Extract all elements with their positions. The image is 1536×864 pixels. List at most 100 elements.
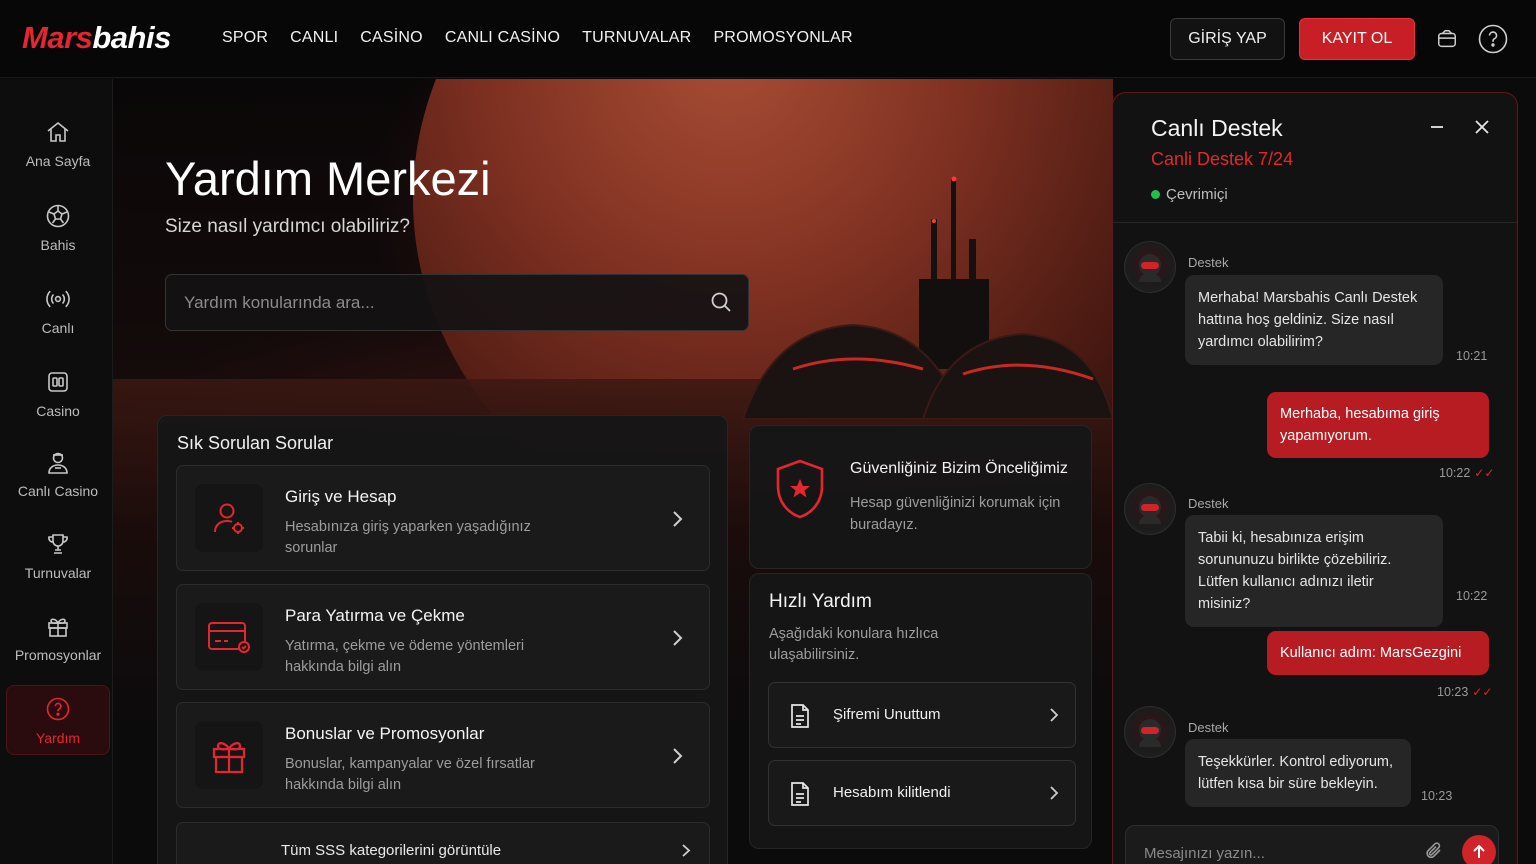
quick-help-item-label: Hesabım kilitlendi [833,784,951,801]
chat-message-agent: Teşekkürler. Kontrol ediyorum, lütfen kı… [1185,739,1411,807]
nav-casino[interactable]: CASİNO [360,29,423,47]
minimize-icon[interactable] [1427,115,1447,139]
top-bar: Marsbahis SPOR CANLI CASİNO CANLI CASİNO… [0,0,1536,78]
quick-help-panel: Hızlı Yardım Aşağıdaki konulara hızlıca … [749,573,1092,849]
faq-item-desc: Yatırma, çekme ve ödeme yöntemleri hakkı… [285,638,525,675]
sidebar-item-label: Casino [36,403,80,419]
faq-item-giris-ve-hesap[interactable]: Giriş ve Hesap Hesabınıza giriş yaparken… [176,465,710,571]
chat-header: Canlı Destek Canli Destek 7/24 Çevrimiçi [1113,93,1517,223]
wallet-icon[interactable] [1432,24,1462,54]
security-desc: Hesap güvenliğinizi korumak için buraday… [850,495,1061,533]
home-icon [47,121,69,142]
quick-help-item-hesabim-kilitlendi[interactable]: Hesabım kilitlendi [768,760,1076,826]
sidebar-item-yardim[interactable]: Yardım [6,685,110,755]
sidebar-item-label: Yardım [35,730,81,746]
page-subtitle: Size nasıl yardımcı olabiliriz? [165,216,410,237]
chat-message-agent: Merhaba! Marsbahis Canlı Destek hattına … [1185,275,1443,365]
sidebar-item-bahis[interactable]: Bahis [6,203,110,273]
quick-help-item-sifremi-unuttum[interactable]: Şifremi Unuttum [768,682,1076,748]
read-receipt-icon: ✓✓ [1474,466,1495,480]
message-time: 10:22 [1456,589,1488,603]
message-time-row: 10:22 ✓✓ [1439,466,1494,480]
page-title: Yardım Merkezi [165,152,491,205]
close-icon[interactable] [1472,115,1492,139]
sidebar-item-canli[interactable]: Canlı [6,286,110,356]
help-search-box [165,274,749,331]
sidebar-item-label: Promosyonlar [14,647,102,663]
sidebar-item-ana-sayfa[interactable]: Ana Sayfa [6,119,110,189]
quick-help-item-label: Şifremi Unuttum [833,706,941,723]
faq-panel: Sık Sorulan Sorular Giriş ve Hesap Hesab… [157,415,728,864]
sidebar: Ana Sayfa Bahis Canlı Casino Canlı Casin… [0,79,113,864]
chat-message-user: Merhaba, hesabıma giriş yapamıyorum. [1267,392,1489,458]
send-button[interactable] [1462,835,1496,864]
main-nav: SPOR CANLI CASİNO CANLI CASİNO TURNUVALA… [222,29,853,47]
read-receipt-icon: ✓✓ [1472,685,1493,699]
nav-promosyonlar[interactable]: PROMOSYONLAR [713,29,852,47]
gift-icon [48,618,68,637]
sidebar-item-casino[interactable]: Casino [6,369,110,439]
faq-item-bonuslar[interactable]: Bonuslar ve Promosyonlar Bonuslar, kampa… [176,702,710,808]
chat-message-input[interactable] [1144,840,1404,864]
register-button[interactable]: KAYIT OL [1299,18,1415,60]
nav-canli[interactable]: CANLI [290,29,338,47]
sidebar-item-label: Bahis [40,237,76,253]
faq-item-para-yatirma[interactable]: Para Yatırma ve Çekme Yatırma, çekme ve … [176,584,710,690]
soccer-ball-icon [46,204,70,228]
chevron-right-icon [673,748,683,764]
arrow-up-icon [1473,844,1485,858]
faq-title: Sık Sorulan Sorular [177,433,334,453]
help-icon [46,697,70,721]
credit-card-icon [195,603,263,671]
quick-help-desc: Aşağıdaki konulara hızlıca ulaşabilirsin… [769,626,939,663]
chevron-right-icon [1050,708,1059,722]
faq-view-all-label: Tüm SSS kategorilerini görüntüle [281,842,502,859]
nav-turnuvalar[interactable]: TURNUVALAR [582,29,691,47]
faq-view-all-button[interactable]: Tüm SSS kategorilerini görüntüle [176,822,710,864]
chat-message-user: Kullanıcı adım: MarsGezgini [1267,631,1489,675]
faq-item-title: Para Yatırma ve Çekme [285,606,465,625]
message-sender: Destek [1188,255,1229,270]
shield-icon [776,459,824,519]
help-search-input[interactable] [184,289,684,317]
security-title: Güvenliğiniz Bizim Önceliğimiz [850,460,1068,477]
chat-composer [1125,825,1499,864]
faq-item-desc: Bonuslar, kampanyalar ve özel fırsatlar … [285,756,535,793]
brand-logo[interactable]: Marsbahis [22,20,171,56]
support-agent-avatar [1124,483,1176,535]
mars-base-illustration [741,176,1113,419]
nav-canli-casino[interactable]: CANLI CASİNO [445,29,560,47]
sidebar-item-label: Turnuvalar [24,565,92,581]
chevron-right-icon [682,844,691,857]
help-center-main: Yardım Merkezi Size nasıl yardımcı olabi… [113,79,1113,864]
sidebar-item-canli-casino[interactable]: Canlı Casino [6,449,110,519]
chat-subtitle: Canli Destek 7/24 [1151,149,1294,169]
chevron-right-icon [673,511,683,527]
quick-help-title: Hızlı Yardım [769,591,872,612]
online-status-dot [1151,190,1160,199]
message-time: 10:21 [1456,349,1488,363]
document-icon [791,704,809,728]
sidebar-item-promosyonlar[interactable]: Promosyonlar [6,613,110,683]
help-icon[interactable] [1478,24,1508,54]
logo-text-mars: Mars [22,20,93,55]
faq-item-title: Giriş ve Hesap [285,487,397,506]
faq-item-title: Bonuslar ve Promosyonlar [285,724,485,743]
trophy-icon [48,534,68,554]
sidebar-item-label: Ana Sayfa [25,153,91,169]
message-time: 10:23 [1421,789,1453,803]
live-support-chat: Canlı Destek Canli Destek 7/24 Çevrimiçi… [1112,92,1518,864]
login-button[interactable]: GİRİŞ YAP [1170,18,1285,60]
search-icon[interactable] [710,291,732,318]
paperclip-icon[interactable] [1424,840,1444,864]
sidebar-item-turnuvalar[interactable]: Turnuvalar [6,531,110,601]
sidebar-item-label: Canlı Casino [17,483,99,499]
message-sender: Destek [1188,496,1229,511]
support-agent-avatar [1124,706,1176,758]
nav-spor[interactable]: SPOR [222,29,268,47]
dice-icon [48,372,68,392]
support-agent-avatar [1124,241,1176,293]
dealer-icon [48,452,68,474]
chat-title: Canlı Destek [1151,115,1283,141]
broadcast-icon [46,290,70,308]
